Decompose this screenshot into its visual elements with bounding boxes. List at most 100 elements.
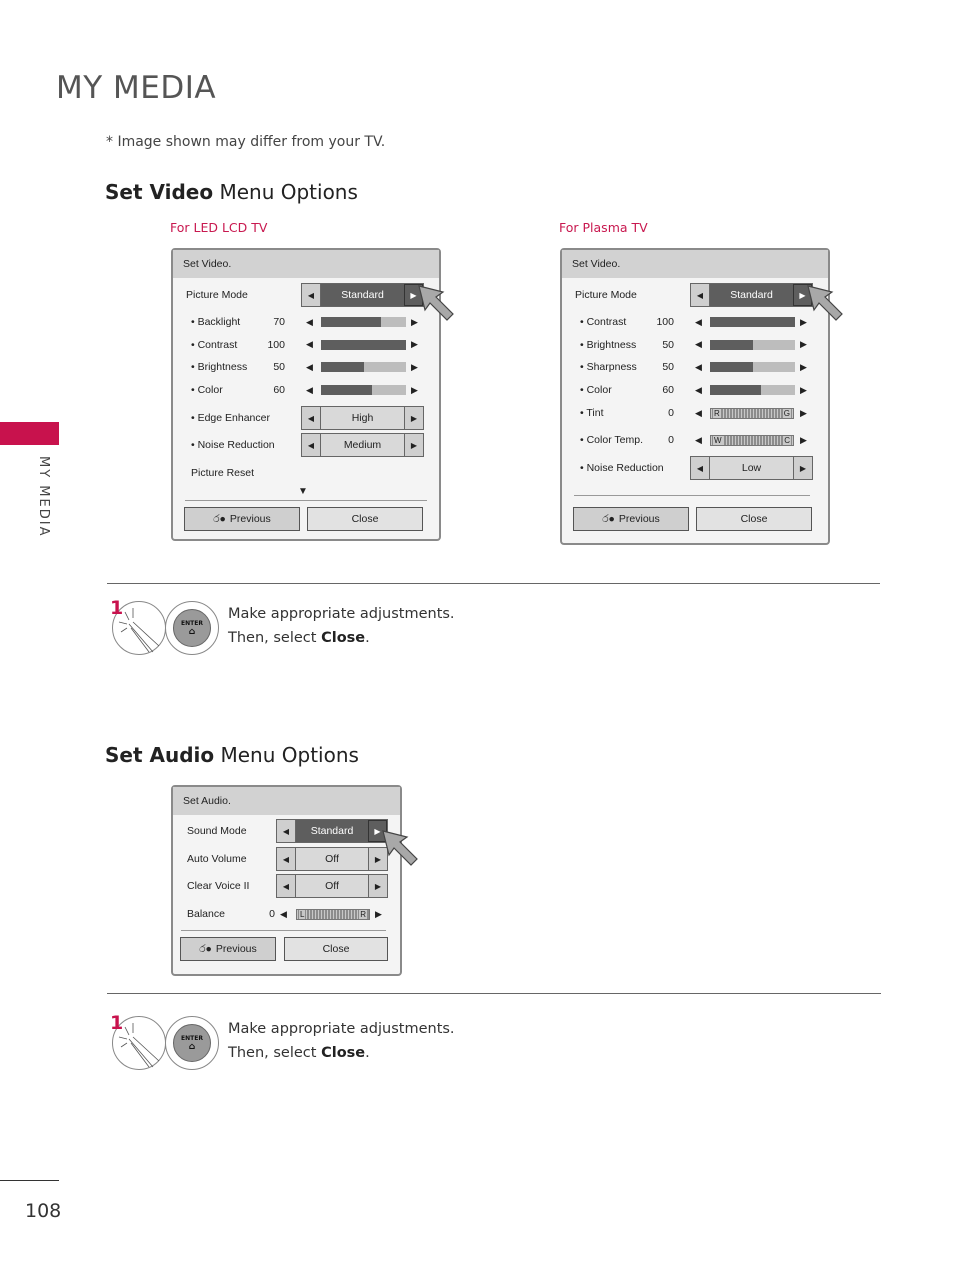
balance-right-label: R	[359, 909, 367, 919]
slider-track[interactable]	[710, 385, 795, 396]
noise-reduction-row: • Noise Reduction ◀ Medium ▶	[173, 433, 439, 457]
edge-enhancer-selector[interactable]: ◀ High ▶	[301, 406, 424, 430]
auto-volume-label: Auto Volume	[187, 853, 247, 865]
step-line-2: Then, select Close.	[228, 1041, 455, 1065]
slider-fill	[710, 385, 761, 396]
picture-mode-value: Standard	[710, 284, 793, 306]
color-temp-value: 0	[668, 434, 674, 446]
sound-mode-label: Sound Mode	[187, 825, 247, 837]
right-arrow-icon[interactable]: ▶	[800, 408, 807, 419]
slider-track[interactable]	[321, 317, 406, 327]
sound-mode-selector[interactable]: ◀ Standard ▶	[276, 819, 388, 843]
slider-value: 50	[662, 338, 674, 351]
set-video-heading-bold: Set Video	[105, 180, 214, 204]
clear-voice-selector[interactable]: ◀ Off ▶	[276, 874, 388, 898]
left-arrow-icon[interactable]: ◀	[306, 385, 313, 396]
slider-row: • Contrast 100 ◀ ▶	[562, 311, 828, 333]
left-arrow-icon[interactable]: ◀	[691, 284, 710, 306]
step-line-2-prefix: Then, select	[228, 630, 322, 646]
noise-reduction-selector[interactable]: ◀ Medium ▶	[301, 433, 424, 457]
left-arrow-icon[interactable]: ◀	[695, 408, 702, 419]
previous-button[interactable]: ර● Previous	[573, 507, 689, 531]
picture-mode-label: Picture Mode	[186, 289, 248, 301]
plasma-set-video-panel: Set Video. Picture Mode ◀ Standard ▶ • C…	[560, 248, 843, 545]
right-arrow-icon[interactable]: ▶	[411, 362, 418, 373]
left-arrow-icon[interactable]: ◀	[306, 339, 313, 350]
previous-button[interactable]: ර● Previous	[180, 937, 276, 961]
slider-track[interactable]	[321, 385, 406, 396]
right-arrow-icon[interactable]: ▶	[800, 339, 807, 350]
previous-button[interactable]: ර● Previous	[184, 507, 300, 531]
slider-track[interactable]	[710, 339, 795, 350]
left-arrow-icon[interactable]: ◀	[277, 820, 296, 842]
slider-value: 70	[273, 316, 285, 328]
color-temp-label: • Color Temp.	[580, 434, 644, 446]
clear-voice-row: Clear Voice II ◀ Off ▶	[173, 874, 400, 898]
page-number-rule	[0, 1180, 59, 1181]
right-arrow-icon[interactable]: ▶	[800, 385, 807, 396]
left-arrow-icon[interactable]: ◀	[695, 317, 702, 328]
picture-mode-selector[interactable]: ◀ Standard ▶	[301, 283, 424, 307]
color-temp-left-label: W	[713, 435, 723, 445]
right-arrow-icon[interactable]: ▶	[404, 407, 423, 429]
noise-reduction-selector[interactable]: ◀ Low ▶	[690, 456, 813, 480]
left-arrow-icon[interactable]: ◀	[695, 362, 702, 373]
divider	[181, 930, 386, 931]
clear-voice-value: Off	[296, 875, 368, 897]
scroll-down-icon[interactable]: ▼	[298, 486, 308, 497]
picture-reset-row[interactable]: Picture Reset	[173, 462, 439, 484]
edge-enhancer-value: High	[321, 407, 404, 429]
tint-slider[interactable]: R G	[710, 407, 794, 419]
enter-label: ENTER	[181, 619, 203, 627]
left-arrow-icon[interactable]: ◀	[691, 457, 710, 479]
slider-label: • Backlight	[191, 316, 241, 328]
auto-volume-selector[interactable]: ◀ Off ▶	[276, 847, 388, 871]
back-icon: ර●	[602, 512, 615, 525]
set-audio-heading-rest: Menu Options	[214, 743, 359, 767]
right-arrow-icon[interactable]: ▶	[368, 875, 387, 897]
left-arrow-icon[interactable]: ◀	[695, 435, 702, 446]
slider-track[interactable]	[321, 362, 406, 373]
right-arrow-icon[interactable]: ▶	[793, 457, 812, 479]
left-arrow-icon[interactable]: ◀	[277, 875, 296, 897]
close-button[interactable]: Close	[696, 507, 812, 531]
sound-mode-row: Sound Mode ◀ Standard ▶	[173, 819, 400, 843]
tint-right-label: G	[782, 408, 791, 418]
left-arrow-icon[interactable]: ◀	[302, 407, 321, 429]
picture-reset-label: Picture Reset	[191, 467, 255, 479]
left-arrow-icon[interactable]: ◀	[280, 909, 287, 920]
balance-value: 0	[269, 908, 275, 920]
slider-label: • Contrast	[191, 338, 238, 351]
slider-label: • Brightness	[580, 338, 637, 351]
left-arrow-icon[interactable]: ◀	[306, 317, 313, 328]
left-arrow-icon[interactable]: ◀	[302, 434, 321, 456]
close-button[interactable]: Close	[307, 507, 423, 531]
slider-track[interactable]	[710, 362, 795, 373]
close-button[interactable]: Close	[284, 937, 388, 961]
set-video-heading-rest: Menu Options	[213, 180, 358, 204]
right-arrow-icon[interactable]: ▶	[800, 435, 807, 446]
slider-track[interactable]	[321, 339, 406, 350]
left-arrow-icon[interactable]: ◀	[277, 848, 296, 870]
pointer-cursor-icon	[807, 285, 843, 321]
right-arrow-icon[interactable]: ▶	[411, 385, 418, 396]
slider-fill	[710, 362, 753, 373]
edge-enhancer-label: • Edge Enhancer	[191, 412, 270, 424]
back-icon: ර●	[199, 942, 212, 955]
right-arrow-icon[interactable]: ▶	[800, 362, 807, 373]
left-arrow-icon[interactable]: ◀	[695, 385, 702, 396]
left-arrow-icon[interactable]: ◀	[695, 339, 702, 350]
picture-mode-selector[interactable]: ◀ Standard ▶	[690, 283, 813, 307]
divider	[185, 500, 427, 501]
color-temp-slider[interactable]: W C	[710, 434, 794, 446]
slider-row: • Backlight 70 ◀ ▶	[173, 311, 439, 333]
left-arrow-icon[interactable]: ◀	[306, 362, 313, 373]
left-arrow-icon[interactable]: ◀	[302, 284, 321, 306]
right-arrow-icon[interactable]: ▶	[375, 909, 382, 920]
right-arrow-icon[interactable]: ▶	[411, 339, 418, 350]
right-arrow-icon[interactable]: ▶	[404, 434, 423, 456]
slider-track[interactable]	[710, 317, 795, 327]
divider	[574, 495, 810, 496]
balance-slider[interactable]: L R	[296, 908, 370, 920]
enter-button-illustration: ENTER ⌂	[165, 1016, 219, 1070]
